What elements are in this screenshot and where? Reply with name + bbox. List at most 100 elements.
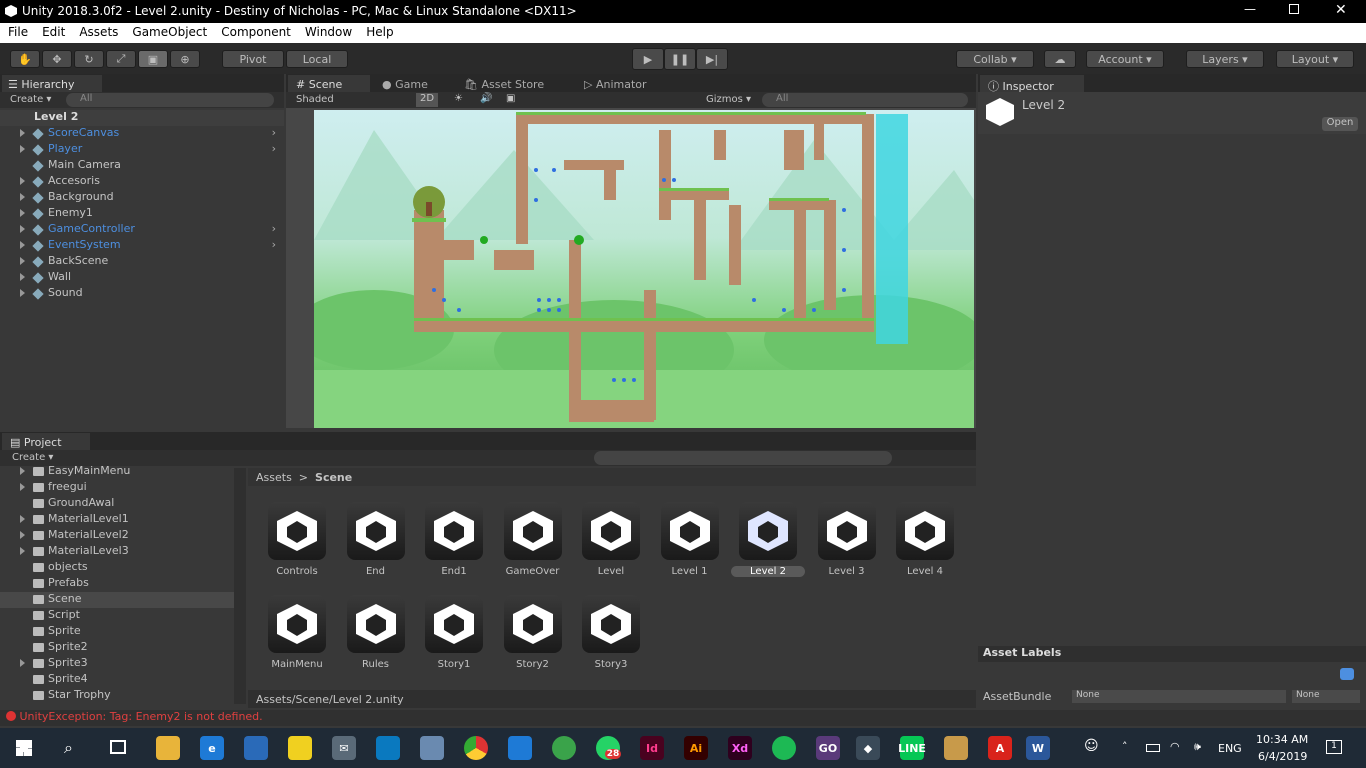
word-icon[interactable]: W xyxy=(1026,736,1050,760)
hierarchy-item[interactable]: GameController › xyxy=(0,222,284,238)
expand-arrow-icon[interactable] xyxy=(20,515,25,523)
people-icon[interactable]: ☺ xyxy=(1084,738,1099,754)
acrobat-icon[interactable]: A xyxy=(988,736,1012,760)
hierarchy-item[interactable]: Background xyxy=(0,190,284,206)
gog-icon[interactable]: GO xyxy=(816,736,840,760)
effects-dropdown-icon[interactable]: ▣ xyxy=(506,93,515,104)
notifications-icon[interactable]: 1 xyxy=(1326,740,1342,754)
battery-icon[interactable] xyxy=(1146,744,1160,752)
scene-asset-item[interactable]: Controls xyxy=(260,502,334,577)
chevron-right-icon[interactable]: › xyxy=(272,238,276,251)
language-indicator[interactable]: ENG xyxy=(1218,742,1242,755)
expand-arrow-icon[interactable] xyxy=(20,467,25,475)
project-folder-item[interactable]: Star Trophy xyxy=(0,688,234,704)
tab-game[interactable]: ● Game xyxy=(380,75,428,93)
local-button[interactable]: Local xyxy=(286,50,348,68)
chrome-icon[interactable] xyxy=(464,736,488,760)
trello-icon[interactable] xyxy=(376,736,400,760)
scene-asset-item[interactable]: GameOver xyxy=(496,502,570,577)
scale-tool-button[interactable]: ⤢ xyxy=(106,50,136,68)
scene-asset-item[interactable]: Story3 xyxy=(574,595,648,670)
hierarchy-item[interactable]: Player › xyxy=(0,142,284,158)
tab-scene[interactable]: # Scene xyxy=(288,75,370,93)
expand-arrow-icon[interactable] xyxy=(20,129,25,137)
unity-taskbar-icon[interactable]: ◆ xyxy=(856,736,880,760)
chevron-right-icon[interactable]: › xyxy=(272,222,276,235)
hierarchy-item[interactable]: EventSystem › xyxy=(0,238,284,254)
wifi-icon[interactable]: ◠ xyxy=(1170,740,1180,753)
scene-asset-item[interactable]: Level 2 xyxy=(731,502,805,577)
layers-dropdown[interactable]: Layers ▾ xyxy=(1186,50,1264,68)
console-status-bar[interactable]: UnityException: Tag: Enemy2 is not defin… xyxy=(0,710,1366,726)
expand-arrow-icon[interactable] xyxy=(20,177,25,185)
scene-asset-item[interactable]: Level 1 xyxy=(653,502,727,577)
account-dropdown[interactable]: Account ▾ xyxy=(1086,50,1164,68)
menu-help[interactable]: Help xyxy=(358,23,399,39)
whatsapp-icon[interactable]: 28 xyxy=(596,736,622,760)
collab-button[interactable]: Collab ▾ xyxy=(956,50,1034,68)
project-folder-item[interactable]: Prefabs xyxy=(0,576,234,592)
scene-asset-item[interactable]: Level xyxy=(574,502,648,577)
breadcrumb-scene[interactable]: Scene xyxy=(315,471,352,484)
expand-arrow-icon[interactable] xyxy=(20,289,25,297)
restore-button[interactable] xyxy=(1289,4,1299,14)
store-icon[interactable] xyxy=(244,736,268,760)
hierarchy-item[interactable]: Sound xyxy=(0,286,284,302)
hierarchy-create-button[interactable]: Create ▾ xyxy=(10,94,51,105)
project-create-button[interactable]: Create ▾ xyxy=(12,452,53,463)
project-folder-item[interactable]: Scene xyxy=(0,592,234,608)
mail-icon[interactable]: ✉ xyxy=(332,736,356,760)
edge-icon[interactable]: e xyxy=(200,736,224,760)
inspector-open-button[interactable]: Open xyxy=(1322,117,1358,131)
play-button[interactable]: ▶ xyxy=(632,48,664,70)
expand-arrow-icon[interactable] xyxy=(20,531,25,539)
step-button[interactable]: ▶| xyxy=(696,48,728,70)
pause-button[interactable]: ❚❚ xyxy=(664,48,696,70)
chevron-right-icon[interactable]: › xyxy=(272,126,276,139)
volume-icon[interactable]: 🕪 xyxy=(1194,740,1201,754)
scene-asset-item[interactable]: End xyxy=(339,502,413,577)
scene-asset-item[interactable]: Level 4 xyxy=(888,502,962,577)
tab-project[interactable]: ▤ Project xyxy=(2,433,90,451)
gizmos-dropdown[interactable]: Gizmos ▾ xyxy=(706,94,751,105)
project-folder-item[interactable]: MaterialLevel1 xyxy=(0,512,234,528)
search-icon[interactable]: ⌕ xyxy=(64,738,73,758)
close-button[interactable]: ✕ xyxy=(1335,2,1347,18)
windows-start-icon[interactable] xyxy=(16,740,32,756)
project-folder-item[interactable]: Sprite xyxy=(0,624,234,640)
project-folder-item[interactable]: MaterialLevel2 xyxy=(0,528,234,544)
hierarchy-item[interactable]: Wall xyxy=(0,270,284,286)
folder-scrollbar[interactable] xyxy=(234,468,246,704)
scene-asset-item[interactable]: Story1 xyxy=(417,595,491,670)
project-folder-item[interactable]: GroundAwal xyxy=(0,496,234,512)
project-folder-item[interactable]: Sprite3 xyxy=(0,656,234,672)
project-folder-item[interactable]: Sprite2 xyxy=(0,640,234,656)
cloud-button[interactable]: ☁ xyxy=(1044,50,1076,68)
rect-tool-button[interactable]: ▣ xyxy=(138,50,168,68)
menu-assets[interactable]: Assets xyxy=(71,23,124,39)
expand-arrow-icon[interactable] xyxy=(20,193,25,201)
hierarchy-search-input[interactable]: All xyxy=(66,93,274,107)
minimize-button[interactable]: — xyxy=(1244,2,1258,16)
hand-tool-button[interactable]: ✋ xyxy=(10,50,40,68)
shaded-dropdown[interactable]: Shaded xyxy=(296,94,334,105)
spotify-icon[interactable] xyxy=(772,736,796,760)
tab-hierarchy[interactable]: ☰ Hierarchy xyxy=(2,75,102,93)
menu-window[interactable]: Window xyxy=(297,23,358,39)
scene-asset-item[interactable]: End1 xyxy=(417,502,491,577)
rotate-tool-button[interactable]: ↻ xyxy=(74,50,104,68)
scene-root-label[interactable]: Level 2 xyxy=(0,110,284,126)
move-tool-button[interactable]: ✥ xyxy=(42,50,72,68)
task-view-icon[interactable] xyxy=(110,740,126,754)
scene-asset-item[interactable]: MainMenu xyxy=(260,595,334,670)
clock-time[interactable]: 10:34 AM xyxy=(1256,733,1308,746)
3d-box-icon[interactable] xyxy=(420,736,444,760)
project-folder-item[interactable]: freegui xyxy=(0,480,234,496)
audio-toggle-icon[interactable]: 🔊 xyxy=(480,93,492,104)
layout-dropdown[interactable]: Layout ▾ xyxy=(1276,50,1354,68)
illustrator-icon[interactable]: Ai xyxy=(684,736,708,760)
scene-asset-item[interactable]: Rules xyxy=(339,595,413,670)
transform-tool-button[interactable]: ⊕ xyxy=(170,50,200,68)
chevron-right-icon[interactable]: › xyxy=(272,142,276,155)
expand-arrow-icon[interactable] xyxy=(20,483,25,491)
